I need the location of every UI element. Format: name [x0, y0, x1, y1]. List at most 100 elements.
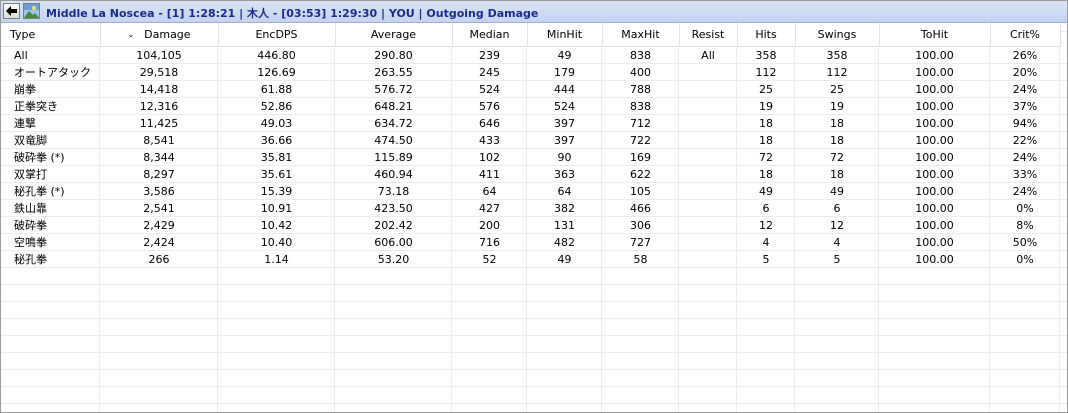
cell-swings: 4 — [833, 236, 841, 249]
cell-minhit: 397 — [554, 134, 575, 147]
column-header-damage-label: Damage — [144, 28, 191, 41]
cell-resist: All — [701, 49, 715, 62]
cell-maxhit: 727 — [630, 236, 651, 249]
arrow-left-icon — [6, 6, 17, 16]
cell-encdps: 126.69 — [257, 66, 296, 79]
cell-minhit: 524 — [554, 100, 575, 113]
cell-damage: 12,316 — [139, 100, 179, 113]
column-header-tohit[interactable]: ToHit — [879, 23, 991, 47]
column-header-resist[interactable]: Resist — [679, 23, 738, 47]
column-header-median[interactable]: Median — [452, 23, 528, 47]
cell-type: 崩拳 — [14, 83, 36, 96]
column-header-type[interactable]: Type — [1, 23, 101, 47]
column-header-hits[interactable]: Hits — [737, 23, 796, 47]
cell-minhit: 382 — [554, 202, 575, 215]
cell-resist — [679, 183, 737, 200]
cell-tohit: 100.00 — [915, 49, 954, 62]
cell-hits: 19 — [759, 100, 773, 113]
cell-hits: 72 — [759, 151, 773, 164]
picture-icon[interactable] — [23, 3, 40, 19]
cell-median: 239 — [479, 49, 500, 62]
cell-damage: 8,541 — [143, 134, 175, 147]
cell-hits: 25 — [759, 83, 773, 96]
cell-minhit: 49 — [557, 49, 572, 62]
cell-encdps: 52.86 — [260, 100, 293, 113]
table-row[interactable]: 双竜脚 8,541 36.66 474.50 433 397 722 18 18 100.00 22… — [1, 132, 1060, 149]
column-header-damage[interactable]: ⌄ Damage — [100, 23, 219, 47]
cell-median: 433 — [479, 134, 500, 147]
cell-crit: 22% — [1012, 134, 1038, 147]
cell-hits: 49 — [759, 185, 773, 198]
cell-minhit: 90 — [557, 151, 572, 164]
table-row[interactable]: 秘孔拳 (*) 3,586 15.39 73.18 64 64 105 49 49 100.00 2… — [1, 183, 1060, 200]
cell-encdps: 61.88 — [260, 83, 293, 96]
table-row[interactable]: 破砕拳 (*) 8,344 35.81 115.89 102 90 169 72 72 100.0… — [1, 149, 1060, 166]
cell-maxhit: 466 — [630, 202, 651, 215]
cell-average: 263.55 — [374, 66, 413, 79]
cell-minhit: 397 — [554, 117, 575, 130]
cell-average: 460.94 — [374, 168, 413, 181]
cell-swings: 358 — [826, 49, 848, 62]
cell-type: 秘孔拳 — [14, 253, 47, 266]
cell-swings: 5 — [833, 253, 841, 266]
column-header-minhit[interactable]: MinHit — [527, 23, 603, 47]
table-row[interactable]: 秘孔拳 266 1.14 53.20 52 49 58 5 5 100.00 0% — [1, 251, 1060, 268]
table-row[interactable]: 崩拳 14,418 61.88 576.72 524 444 788 25 25 100.00 24… — [1, 81, 1060, 98]
cell-median: 427 — [479, 202, 500, 215]
table-row[interactable]: 破砕拳 2,429 10.42 202.42 200 131 306 12 12 100.00 8% — [1, 217, 1060, 234]
table-row[interactable]: 鉄山靠 2,541 10.91 423.50 427 382 466 6 6 100.00 0% — [1, 200, 1060, 217]
cell-minhit: 363 — [554, 168, 575, 181]
cell-minhit: 64 — [557, 185, 572, 198]
table-row[interactable]: 空鳴拳 2,424 10.40 606.00 716 482 727 4 4 100.00 50% — [1, 234, 1060, 251]
cell-swings: 18 — [830, 168, 844, 181]
cell-average: 73.18 — [377, 185, 410, 198]
cell-swings: 112 — [826, 66, 848, 79]
cell-average: 202.42 — [374, 219, 413, 232]
column-header-encdps[interactable]: EncDPS — [218, 23, 336, 47]
cell-resist — [679, 200, 737, 217]
column-header-average[interactable]: Average — [335, 23, 453, 47]
cell-median: 64 — [482, 185, 497, 198]
cell-damage: 104,105 — [136, 49, 182, 62]
table-row[interactable]: All 104,105 446.80 290.80 239 49 838 All 358 358 1… — [1, 47, 1060, 65]
cell-median: 52 — [482, 253, 497, 266]
cell-median: 716 — [479, 236, 500, 249]
cell-tohit: 100.00 — [915, 134, 954, 147]
cell-crit: 50% — [1012, 236, 1038, 249]
window-title: Middle La Noscea - [1] 1:28:21 | 木人 - [0… — [46, 7, 539, 20]
cell-damage: 2,541 — [143, 202, 175, 215]
title-bar: Middle La Noscea - [1] 1:28:21 | 木人 - [0… — [1, 1, 1067, 23]
cell-average: 53.20 — [377, 253, 410, 266]
cell-damage: 2,429 — [143, 219, 175, 232]
table-row[interactable]: 双掌打 8,297 35.61 460.94 411 363 622 18 18 100.00 33… — [1, 166, 1060, 183]
column-header-swings[interactable]: Swings — [795, 23, 880, 47]
cell-minhit: 179 — [554, 66, 575, 79]
column-header-maxhit[interactable]: MaxHit — [602, 23, 680, 47]
cell-median: 245 — [479, 66, 500, 79]
cell-damage: 8,297 — [143, 168, 175, 181]
cell-encdps: 15.39 — [260, 185, 293, 198]
back-button[interactable] — [3, 3, 20, 19]
table-row[interactable]: 正拳突き 12,316 52.86 648.21 576 524 838 19 19 100.00… — [1, 98, 1060, 115]
cell-maxhit: 838 — [630, 100, 651, 113]
cell-hits: 18 — [759, 168, 773, 181]
cell-maxhit: 712 — [630, 117, 651, 130]
cell-resist — [679, 166, 737, 183]
cell-hits: 12 — [759, 219, 773, 232]
table-row[interactable]: オートアタック 29,518 126.69 263.55 245 179 400 112 112… — [1, 64, 1060, 81]
cell-minhit: 444 — [554, 83, 575, 96]
cell-damage: 14,418 — [139, 83, 179, 96]
cell-average: 474.50 — [374, 134, 413, 147]
table-row[interactable]: 連撃 11,425 49.03 634.72 646 397 712 18 18 100.00 94… — [1, 115, 1060, 132]
cell-damage: 29,518 — [139, 66, 179, 79]
cell-tohit: 100.00 — [915, 100, 954, 113]
cell-swings: 12 — [830, 219, 844, 232]
cell-damage: 8,344 — [143, 151, 175, 164]
cell-crit: 0% — [1016, 202, 1034, 215]
cell-median: 576 — [479, 100, 500, 113]
damage-table-area[interactable]: Type ⌄ Damage EncDPS Average Median MinHi… — [1, 23, 1067, 412]
cell-type: 連撃 — [14, 117, 36, 130]
cell-median: 646 — [479, 117, 500, 130]
cell-median: 102 — [479, 151, 500, 164]
column-header-crit[interactable]: Crit% — [990, 23, 1061, 47]
